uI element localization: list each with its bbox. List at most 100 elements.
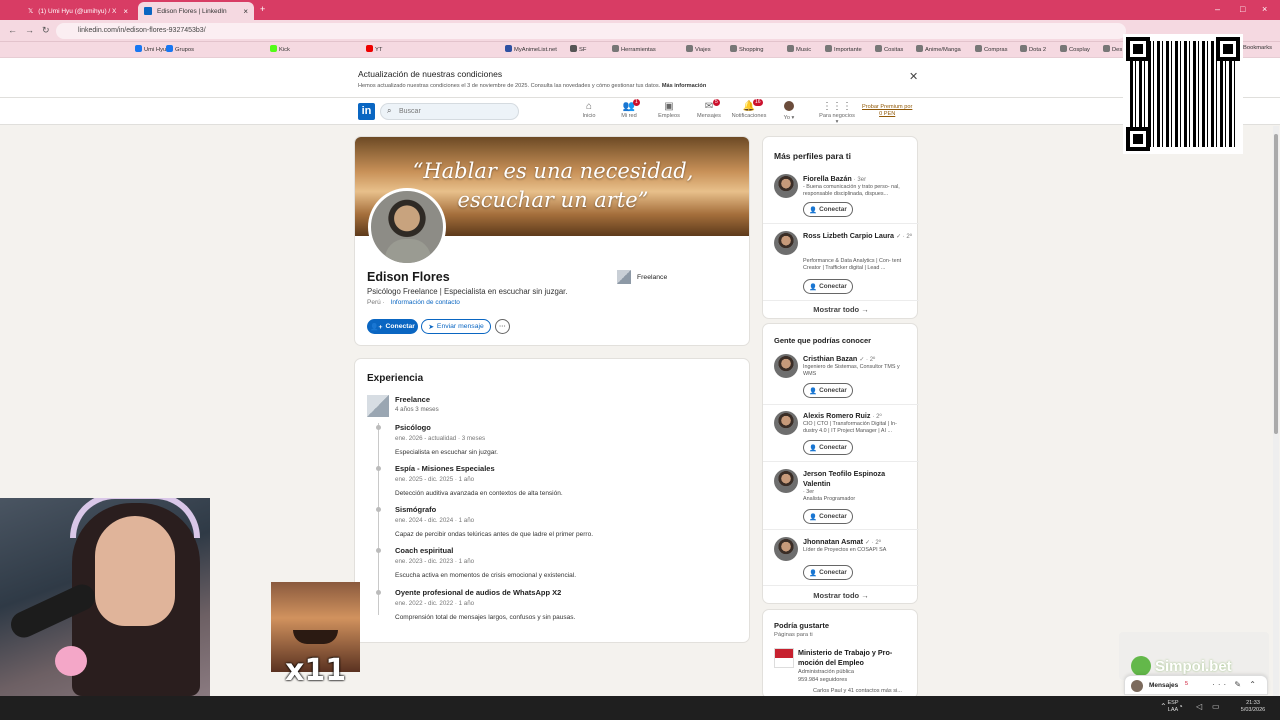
avatar[interactable] [774,469,798,493]
scrollbar[interactable] [1273,126,1279,696]
more-profiles-card: Más perfiles para ti Fiorella Bazán · 3e… [762,136,919,319]
bell-icon: 🔔 16 [742,99,763,112]
bookmark-item[interactable]: Umi Hyu [135,45,166,53]
wifi-icon[interactable]: ◔ [1178,702,1183,711]
add-person-icon: 👤 [809,283,818,291]
volume-icon[interactable]: ◁ [1196,702,1202,711]
new-tab-button[interactable]: + [260,4,265,14]
bookmark-item[interactable]: Grupos [166,45,194,53]
sponsor-overlay: Simpoi.bet [1119,632,1269,680]
close-icon[interactable]: ✕ [909,70,918,83]
show-all-link[interactable]: Mostrar todo → [763,305,919,314]
more-info-link[interactable]: Más información [662,83,706,89]
back-icon[interactable]: ← [8,25,17,35]
linkedin-logo[interactable]: in [358,103,375,120]
messaging-actions[interactable]: ··· ✎ ⌃ [1212,680,1259,689]
multiplier-label: x11 [285,653,347,688]
add-person-icon: 👤+ [370,323,383,331]
search-icon: ⌕ [387,106,392,115]
premium-link[interactable]: Probar Premium por 0 PEN [862,104,912,118]
bookmark-folder[interactable]: Anime/Manga [916,45,961,53]
bookmark-folder[interactable]: Viajes [686,45,711,53]
bookmark-folder[interactable]: Dota 2 [1020,45,1046,53]
minimize-icon[interactable]: – [1215,4,1220,14]
more-button[interactable]: ··· [495,319,510,334]
briefcase-icon: ▣ [664,101,674,112]
ministry-logo[interactable] [774,648,794,668]
section-title: Podría gustarte [774,621,830,630]
avatar[interactable] [774,231,798,255]
role-item: Espía - Misiones Especiales ene. 2025 - d… [376,464,735,497]
tab-linkedin[interactable]: Edison Flores | LinkedIn × [138,2,254,20]
messaging-badge: 5 [1185,681,1189,687]
linkedin-icon [144,7,152,15]
send-message-button[interactable]: ➤ Enviar mensaje [421,319,491,334]
bookmark-folder[interactable]: Music [787,45,811,53]
qr-code [1123,34,1243,154]
avatar[interactable] [774,411,798,435]
nav-network[interactable]: 👥 1 Mi red [609,99,649,119]
bookmark-folder[interactable]: Kick [270,45,290,53]
bookmark-folder[interactable]: Cosplay [1060,45,1090,53]
connect-button[interactable]: 👤 Conectar [803,202,853,217]
maximize-icon[interactable]: □ [1240,4,1245,14]
bookmark-folder[interactable]: Herramientas [612,45,656,53]
url-field[interactable]: linkedin.com/in/edison-flores-9327453b3/ [56,23,1126,39]
grid-icon: ⋮⋮⋮ [822,101,852,112]
bookmarks-bar: Umi Hyu Grupos Kick YT MyAnimeList.net S… [0,42,1280,58]
connect-button[interactable]: 👤 Conectar [803,279,853,294]
bookmark-item[interactable]: SF [570,45,586,53]
bookmark-folder[interactable]: Importante [825,45,862,53]
connect-button[interactable]: 👤 Conectar [803,440,853,455]
close-icon[interactable]: × [243,7,248,16]
bookmark-folder[interactable]: Des [1103,45,1122,53]
tab-x[interactable]: 𝕏 (1) Umi Hyu (@umihyu) / X × [22,2,134,20]
nav-business[interactable]: ⋮⋮⋮ Para negocios ▾ [817,101,857,125]
clock[interactable]: 21:33 5/03/2026 [1238,700,1268,714]
avatar[interactable] [774,537,798,561]
bookmark-folder[interactable]: Shopping [730,45,764,53]
avatar [769,101,809,115]
company-name[interactable]: Freelance [395,395,430,404]
page-name[interactable]: Ministerio de Trabajo y Pro- moción del … [798,648,913,667]
nav-jobs[interactable]: ▣ Empleos [649,101,689,119]
close-icon[interactable]: × [123,7,128,16]
bookmark-folder[interactable]: Cositas [875,45,903,53]
tab-title: Edison Flores | LinkedIn [157,7,227,15]
nav-me[interactable]: Yo ▾ [769,101,809,121]
profile-name: Edison Flores [367,270,450,284]
company-logo[interactable] [367,395,389,417]
nav-notifications[interactable]: 🔔 16 Notificaciones [729,99,769,119]
bookmark-item[interactable]: YT [366,45,382,53]
messaging-dock[interactable]: Mensajes 5 ··· ✎ ⌃ [1124,675,1268,695]
bookmark-item[interactable]: MyAnimeList.net [505,45,557,53]
bookmark-folder[interactable]: Compras [975,45,1008,53]
webcam-overlay [0,498,210,696]
address-bar-row: ← → ↻ linkedin.com/in/edison-flores-9327… [0,20,1280,42]
current-company[interactable]: Freelance [617,270,667,284]
close-window-icon[interactable]: × [1262,4,1267,14]
show-all-link[interactable]: Mostrar todo → [763,591,919,600]
terms-banner: Actualización de nuestras condiciones He… [0,58,1280,98]
reload-icon[interactable]: ↻ [42,25,50,36]
section-title: Más perfiles para ti [774,151,852,161]
connect-button[interactable]: 👤 Conectar [803,383,853,398]
bookmark-folder[interactable]: Bookmarks [1243,45,1272,51]
battery-icon[interactable]: ▭ [1212,702,1220,711]
nav-messages[interactable]: ✉ 5 Mensajes [689,99,729,119]
send-icon: ➤ [428,323,434,331]
avatar[interactable] [774,354,798,378]
connect-button[interactable]: 👤 Conectar [803,565,853,580]
nav-home[interactable]: ⌂ Inicio [569,101,609,119]
connect-button[interactable]: 👤+ Conectar [367,319,418,334]
scrollbar-thumb[interactable] [1274,134,1278,434]
profile-headline: Psicólogo Freelance | Especialista en es… [367,287,568,296]
connect-button[interactable]: 👤 Conectar [803,509,853,524]
profile-photo[interactable] [368,188,446,266]
timeline-line [378,423,379,615]
forward-icon[interactable]: → [25,25,34,35]
search-input[interactable]: ⌕ Buscar [380,103,519,120]
contact-info-link[interactable]: Información de contacto [391,299,460,306]
linkedin-navbar: in ⌕ Buscar ⌂ Inicio 👥 1 Mi red ▣ Empleos ✉ 5 M… [0,98,1280,125]
avatar[interactable] [774,174,798,198]
